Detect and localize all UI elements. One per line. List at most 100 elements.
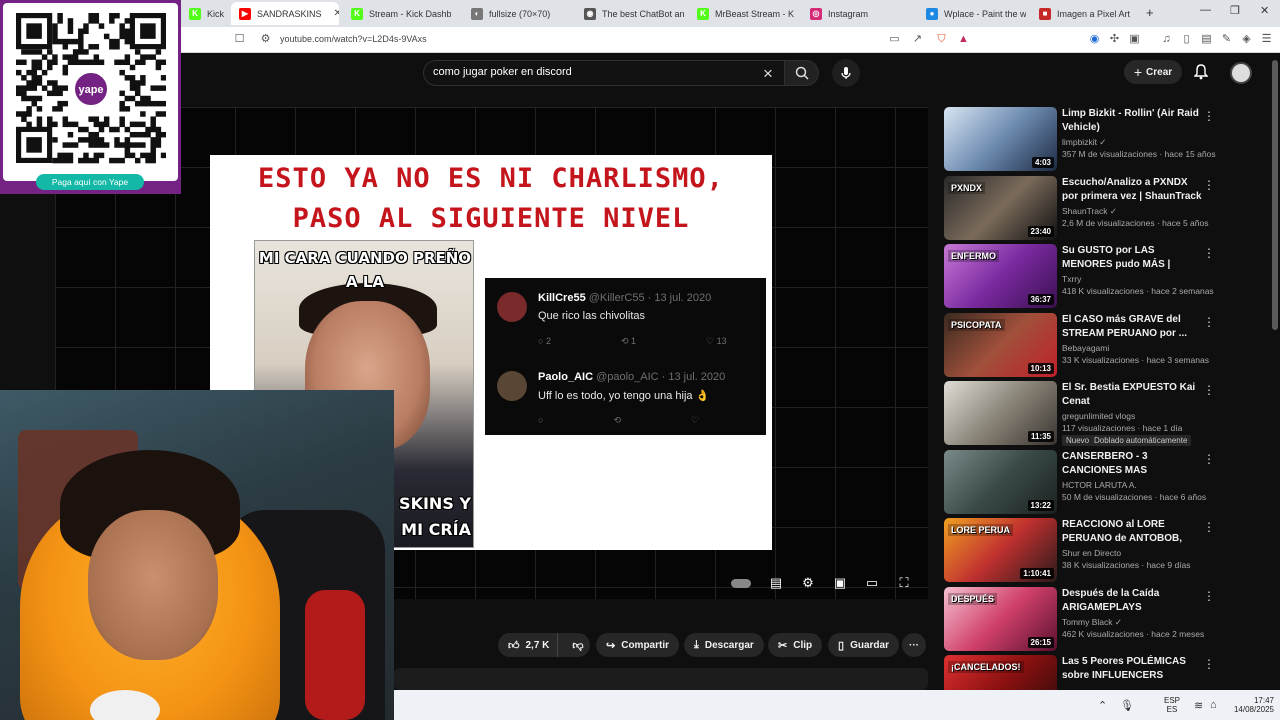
browser-tab[interactable]: K MrBeast Stream - K (689, 2, 797, 25)
recommended-video[interactable]: 11:35 El Sr. Bestia EXPUESTO Kai Cenat gre… (944, 381, 1224, 446)
recommended-video[interactable]: 13:22 CANSERBERO - 3 CANCIONES MAS PROFUN… (944, 449, 1224, 514)
recommended-video[interactable]: DESPUÉS 26:15 Después de la Caída ARIGAMEP… (944, 586, 1224, 651)
clip-button[interactable]: ✂ Clip (768, 633, 823, 657)
site-info-icon[interactable]: ⚙ (259, 33, 272, 46)
account-avatar[interactable] (1230, 62, 1252, 84)
recommended-video[interactable]: 4:03 Limp Bizkit - Rollin' (Air Raid Vehi… (944, 107, 1224, 171)
video-thumbnail[interactable]: PXNDX 23:40 (944, 175, 1057, 240)
recommended-video[interactable]: ENFERMO 36:37 Su GUSTO por LAS MENORES pud… (944, 244, 1224, 308)
more-vertical-icon[interactable]: ⋮ (1203, 520, 1215, 534)
video-title[interactable]: El CASO más GRAVE del STREAM PERUANO por… (1062, 313, 1202, 341)
video-thumbnail[interactable]: LORE PERUA 1:10:41 (944, 518, 1057, 582)
theater-mode-icon[interactable]: ▭ (863, 574, 881, 592)
wifi-icon[interactable]: ≋ (1194, 699, 1203, 712)
new-tab-button[interactable]: + (1146, 5, 1154, 20)
channel-name[interactable]: gregunlimited vlogs (1062, 411, 1135, 421)
menu-icon[interactable]: ☰ (1260, 33, 1273, 46)
more-vertical-icon[interactable]: ⋮ (1203, 246, 1215, 260)
browser-tab[interactable]: ● Wplace - Paint the wo (918, 2, 1026, 25)
video-title[interactable]: Las 5 Peores POLÉMICAS sobre INFLUENCERS… (1062, 655, 1202, 683)
video-thumbnail[interactable]: ENFERMO 36:37 (944, 244, 1057, 308)
tab-close-icon[interactable]: ✕ (334, 8, 339, 19)
more-vertical-icon[interactable]: ⋮ (1203, 589, 1215, 603)
bookmark-icon[interactable]: ☐ (233, 33, 246, 46)
extension-icon-3[interactable]: ▣ (1128, 33, 1141, 46)
music-icon[interactable]: ♫ (1160, 33, 1173, 46)
network-icon[interactable]: ⌂ (1210, 699, 1217, 711)
video-title[interactable]: Después de la Caída ARIGAMEPLAYS (1062, 587, 1202, 615)
notifications-button[interactable] (1193, 64, 1209, 85)
settings-gear-icon[interactable]: ⚙ (799, 574, 817, 592)
channel-name[interactable]: Txrry (1062, 274, 1081, 284)
description-box[interactable] (394, 668, 928, 690)
page-scrollbar[interactable] (1272, 60, 1278, 330)
recommended-video[interactable]: PXNDX 23:40 Escucho/Analizo a PXNDX por pr… (944, 175, 1224, 240)
save-button[interactable]: ▯ Guardar (828, 633, 899, 657)
recommended-video[interactable]: PSICOPATA 10:13 El CASO más GRAVE del STRE… (944, 312, 1224, 377)
browser-tab[interactable]: ◉ The best ChatBot and (576, 2, 684, 25)
restore-icon[interactable]: ❐ (1230, 4, 1240, 17)
channel-name[interactable]: Shur en Directo (1062, 548, 1121, 558)
language-indicator[interactable]: ESP ES (1164, 696, 1180, 714)
minimize-icon[interactable]: — (1200, 4, 1211, 16)
vpn-icon[interactable]: ◈ (1240, 33, 1253, 46)
create-button[interactable]: + Crear (1124, 60, 1182, 84)
channel-name[interactable]: limpbizkit ✓ (1062, 137, 1106, 148)
close-window-icon[interactable]: ✕ (1260, 4, 1269, 17)
rewards-icon[interactable]: ▲ (957, 33, 970, 46)
dislike-button[interactable]: 👎︎ (564, 639, 591, 652)
channel-name[interactable]: ShaunTrack ✓ (1062, 206, 1117, 217)
download-button[interactable]: ⤓ Descargar (684, 633, 764, 657)
more-vertical-icon[interactable]: ⋮ (1203, 109, 1215, 123)
subtitles-icon[interactable]: ▤ (767, 574, 785, 592)
video-title[interactable]: REACCIONO al LORE PERUANO de ANTOBOB, SA… (1062, 518, 1202, 546)
video-thumbnail[interactable]: 11:35 (944, 381, 1057, 445)
video-thumbnail[interactable]: DESPUÉS 26:15 (944, 586, 1057, 651)
search-input[interactable] (433, 66, 753, 78)
recommended-video[interactable]: ¡CANCELADOS! Las 5 Peores POLÉMICAS sobre… (944, 655, 1224, 690)
video-title[interactable]: Su GUSTO por LAS MENORES pudo MÁS | Thed… (1062, 244, 1202, 272)
extension-icon-2[interactable]: ✣ (1108, 33, 1121, 46)
url-field[interactable]: youtube.com/watch?v=L2D4s-9VAxs (280, 34, 427, 44)
recommended-video[interactable]: LORE PERUA 1:10:41 REACCIONO al LORE PERUA… (944, 518, 1224, 582)
microphone-tray-icon[interactable]: 🎙︎ (1120, 699, 1134, 712)
video-thumbnail[interactable]: ¡CANCELADOS! (944, 655, 1057, 690)
channel-name[interactable]: Tommy Black ✓ (1062, 617, 1122, 628)
clear-search-icon[interactable]: × (763, 64, 773, 84)
like-button[interactable]: 👍︎ 2,7 K (498, 633, 559, 657)
sidebar-icon[interactable]: ▯ (1180, 33, 1193, 46)
browser-tab[interactable]: K Kick Chat (181, 2, 227, 25)
more-vertical-icon[interactable]: ⋮ (1203, 383, 1215, 397)
video-title[interactable]: CANSERBERO - 3 CANCIONES MAS PROFUNDAS D… (1062, 450, 1202, 478)
more-vertical-icon[interactable]: ⋮ (1203, 452, 1215, 466)
search-button[interactable] (785, 60, 819, 86)
channel-name[interactable]: Bebayagami (1062, 343, 1109, 353)
browser-tab[interactable]: ◎ Instagram (802, 2, 910, 25)
video-title[interactable]: Limp Bizkit - Rollin' (Air Raid Vehicle) (1062, 107, 1202, 135)
autoplay-toggle[interactable] (729, 574, 753, 592)
more-vertical-icon[interactable]: ⋮ (1203, 657, 1215, 671)
miniplayer-icon[interactable]: ▣ (831, 574, 849, 592)
share-button[interactable]: ↪ Compartir (596, 633, 680, 657)
video-thumbnail[interactable]: PSICOPATA 10:13 (944, 312, 1057, 377)
browser-tab[interactable]: ■ Imagen a Pixel Art (1031, 2, 1139, 25)
chevron-up-icon[interactable]: ⌃ (1098, 699, 1107, 712)
extension-icon-1[interactable]: ◉ (1088, 33, 1101, 46)
channel-name[interactable]: HCTOR LARUTA A. (1062, 480, 1137, 490)
video-thumbnail[interactable]: 4:03 (944, 107, 1057, 171)
more-actions-button[interactable]: ··· (902, 633, 926, 657)
taskbar-clock[interactable]: 17:47 14/08/2025 (1224, 696, 1274, 714)
more-vertical-icon[interactable]: ⋮ (1203, 315, 1215, 329)
browser-tab[interactable]: ▶ SANDRASKINS ✕ (231, 2, 339, 25)
fullscreen-icon[interactable]: ⛶ (895, 574, 913, 592)
share-icon[interactable]: ↗ (911, 33, 924, 46)
voice-search-button[interactable] (832, 59, 860, 87)
cast-icon[interactable]: ▭ (888, 33, 901, 46)
more-vertical-icon[interactable]: ⋮ (1203, 178, 1215, 192)
brave-shield-icon[interactable]: ⛉ (935, 33, 948, 46)
video-title[interactable]: El Sr. Bestia EXPUESTO Kai Cenat (1062, 381, 1202, 409)
browser-tab[interactable]: K Stream - Kick Dashboard (343, 2, 451, 25)
pen-icon[interactable]: ✎ (1220, 33, 1233, 46)
video-title[interactable]: Escucho/Analizo a PXNDX por primera vez … (1062, 176, 1202, 204)
wallet-icon[interactable]: ▤ (1200, 33, 1213, 46)
